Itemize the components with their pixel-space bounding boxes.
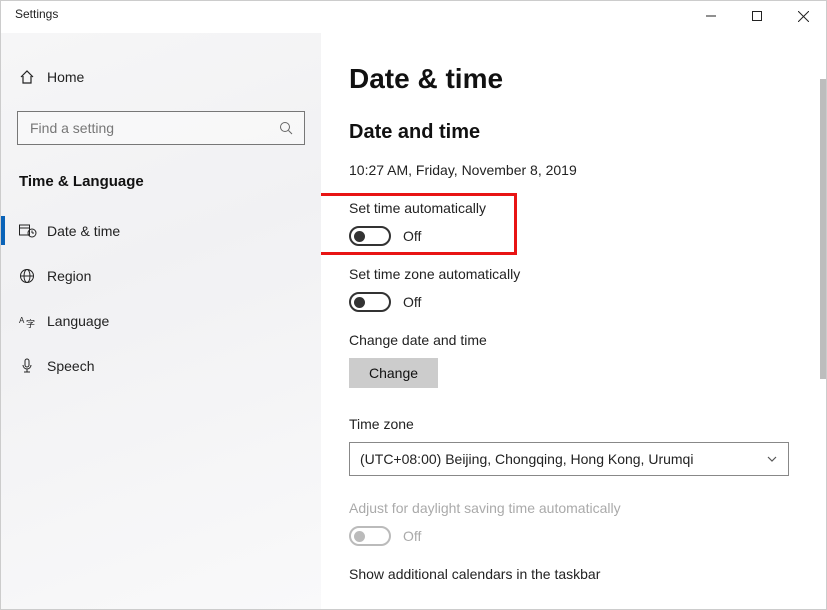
- svg-text:字: 字: [26, 318, 35, 329]
- dst-toggle: [349, 526, 391, 546]
- sidebar-item-language[interactable]: A字 Language: [1, 298, 321, 343]
- window-controls: [688, 1, 826, 31]
- globe-icon: [19, 268, 47, 284]
- additional-calendars-label: Show additional calendars in the taskbar: [349, 566, 798, 582]
- sidebar-item-date-time[interactable]: Date & time: [1, 208, 321, 253]
- sidebar: Home Time & Language Date & time Region …: [1, 33, 321, 609]
- titlebar: Settings: [1, 1, 826, 33]
- set-time-auto-label: Set time automatically: [349, 200, 798, 216]
- home-label: Home: [47, 69, 84, 85]
- change-button[interactable]: Change: [349, 358, 438, 388]
- sidebar-item-label: Date & time: [47, 223, 120, 239]
- sidebar-item-speech[interactable]: Speech: [1, 343, 321, 388]
- microphone-icon: [19, 358, 47, 374]
- home-icon: [19, 69, 47, 85]
- close-button[interactable]: [780, 1, 826, 31]
- main-content: Date & time Date and time 10:27 AM, Frid…: [321, 33, 826, 609]
- chevron-down-icon: [766, 453, 778, 465]
- sidebar-item-label: Language: [47, 313, 109, 329]
- section-title: Date and time: [349, 121, 798, 144]
- home-nav[interactable]: Home: [1, 57, 321, 97]
- minimize-button[interactable]: [688, 1, 734, 31]
- sidebar-item-label: Speech: [47, 358, 94, 374]
- search-icon: [278, 120, 294, 136]
- timezone-select[interactable]: (UTC+08:00) Beijing, Chongqing, Hong Kon…: [349, 442, 789, 476]
- sidebar-item-region[interactable]: Region: [1, 253, 321, 298]
- sidebar-item-label: Region: [47, 268, 91, 284]
- app-name: Settings: [15, 7, 58, 21]
- maximize-button[interactable]: [734, 1, 780, 31]
- set-tz-auto-state: Off: [403, 294, 421, 310]
- scrollbar[interactable]: [820, 79, 826, 379]
- set-time-auto-toggle[interactable]: [349, 226, 391, 246]
- section-header: Time & Language: [1, 163, 321, 208]
- timezone-value: (UTC+08:00) Beijing, Chongqing, Hong Kon…: [360, 451, 693, 467]
- set-tz-auto-toggle[interactable]: [349, 292, 391, 312]
- dst-label: Adjust for daylight saving time automati…: [349, 500, 798, 516]
- set-tz-auto-label: Set time zone automatically: [349, 266, 798, 282]
- search-input[interactable]: [28, 119, 278, 137]
- change-datetime-label: Change date and time: [349, 332, 798, 348]
- calendar-clock-icon: [19, 223, 47, 239]
- svg-text:A: A: [19, 316, 25, 325]
- set-time-auto-state: Off: [403, 228, 421, 244]
- search-box[interactable]: [17, 111, 305, 145]
- timezone-label: Time zone: [349, 416, 798, 432]
- current-datetime: 10:27 AM, Friday, November 8, 2019: [349, 162, 798, 178]
- dst-state: Off: [403, 528, 421, 544]
- language-icon: A字: [19, 313, 47, 329]
- page-title: Date & time: [349, 63, 798, 95]
